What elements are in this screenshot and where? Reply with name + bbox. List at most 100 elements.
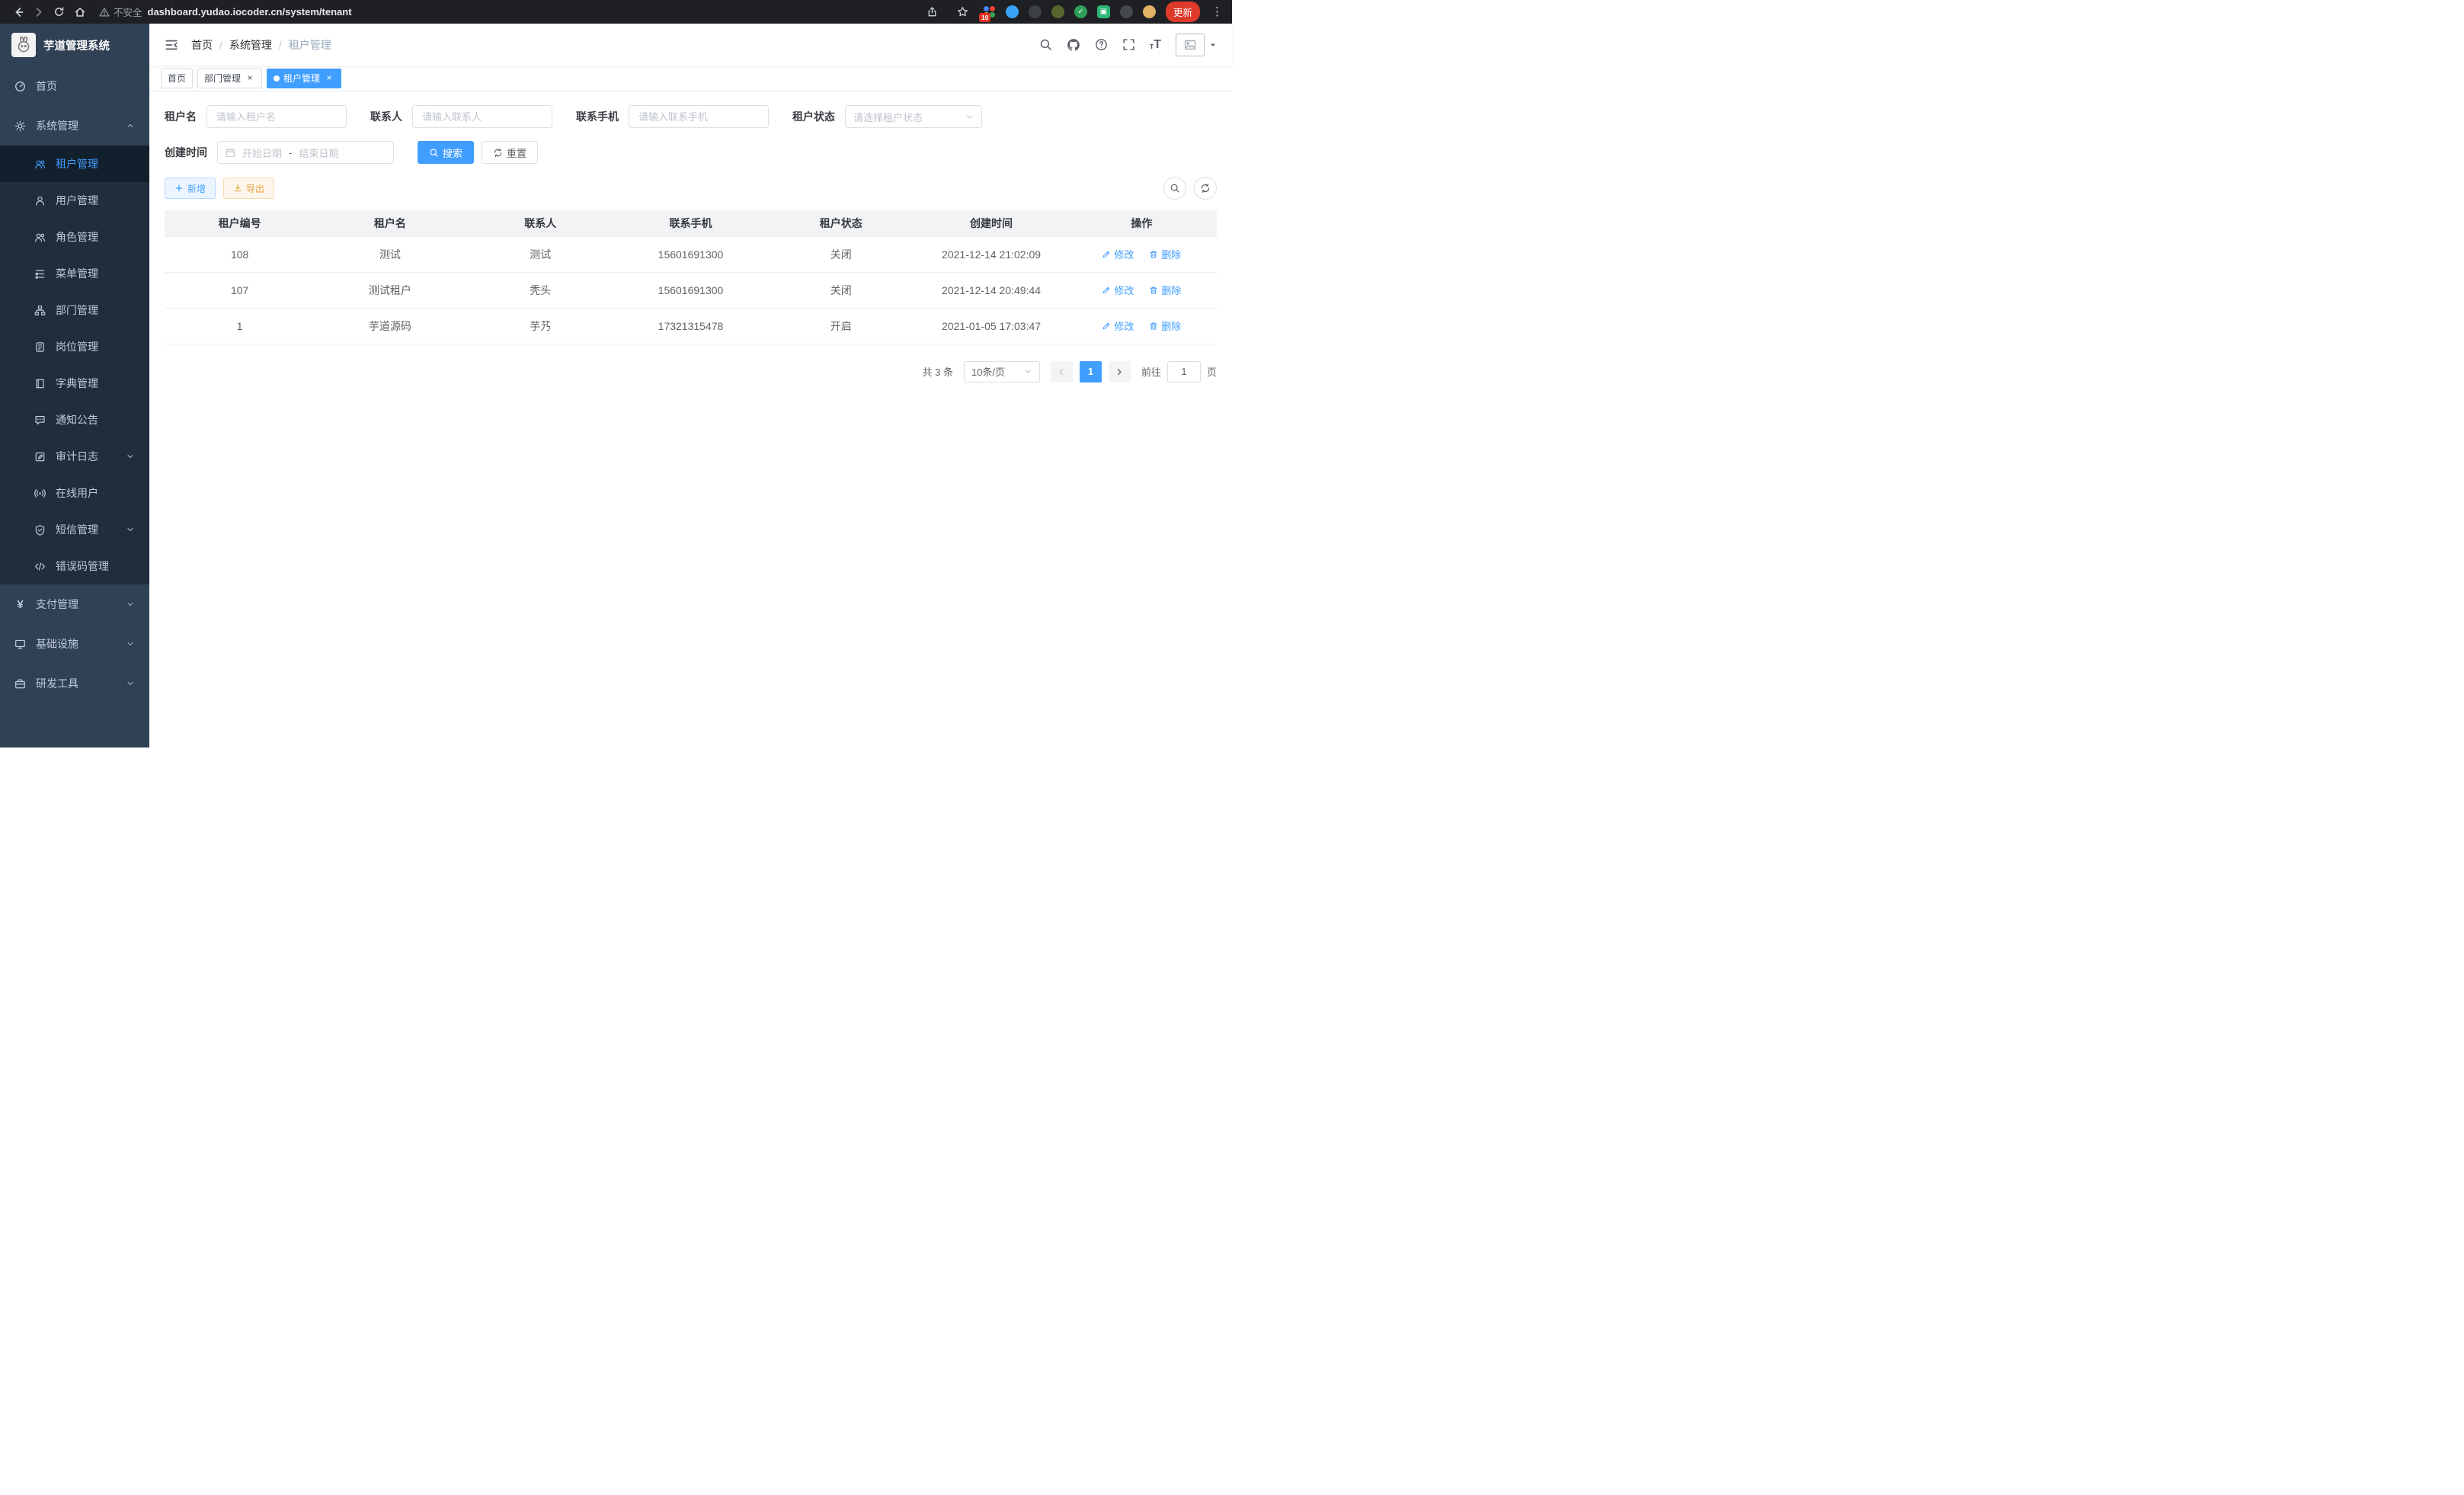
- sidebar-item-home[interactable]: 首页: [0, 66, 149, 106]
- edit-button[interactable]: 修改: [1102, 319, 1134, 333]
- sidebar-item-auditlog[interactable]: 审计日志: [0, 438, 149, 475]
- tag-dept[interactable]: 部门管理 ×: [197, 69, 262, 88]
- code-icon: [34, 561, 46, 572]
- sidebar-item-notice[interactable]: 通知公告: [0, 402, 149, 438]
- sidebar-item-payment[interactable]: ¥ 支付管理: [0, 584, 149, 624]
- tag-tenant[interactable]: 租户管理 ×: [267, 69, 341, 88]
- github-link[interactable]: [1067, 38, 1080, 52]
- delete-button[interactable]: 删除: [1149, 319, 1181, 333]
- close-icon[interactable]: ×: [324, 73, 334, 84]
- browser-menu-button[interactable]: ⋮: [1210, 6, 1224, 18]
- page-size-select[interactable]: 10条/页: [964, 361, 1040, 383]
- sidebar-item-system[interactable]: 系统管理: [0, 106, 149, 146]
- system-submenu: 租户管理 用户管理 角色管理 菜单管理 部门管理: [0, 146, 149, 584]
- reload-button[interactable]: [49, 3, 69, 21]
- breadcrumb-system[interactable]: 系统管理: [229, 37, 272, 53]
- extension-dark-icon[interactable]: [1029, 5, 1042, 18]
- filter-contact: 联系人: [370, 105, 552, 128]
- sidebar-toggle-button[interactable]: [165, 38, 178, 52]
- logo-row[interactable]: 芋道管理系统: [0, 24, 149, 66]
- shield-icon: [34, 524, 46, 536]
- extension-meet-icon[interactable]: 10: [983, 5, 996, 18]
- contact-input[interactable]: [412, 105, 552, 128]
- address-bar[interactable]: 不安全 dashboard.yudao.iocoder.cn/system/te…: [99, 5, 352, 19]
- extension-blue-icon[interactable]: [1006, 5, 1019, 18]
- avatar: [1176, 34, 1205, 56]
- tenant-table: 租户编号 租户名 联系人 联系手机 租户状态 创建时间 操作 108 测试: [165, 210, 1217, 344]
- active-tag-dot: [274, 75, 280, 82]
- close-icon[interactable]: ×: [245, 73, 255, 84]
- goto-page-input[interactable]: [1167, 361, 1201, 383]
- extension-face-icon[interactable]: [1143, 5, 1156, 18]
- date-separator: -: [289, 147, 292, 158]
- date-range-picker[interactable]: 开始日期 - 结束日期: [217, 141, 394, 164]
- prev-page-button[interactable]: [1051, 361, 1073, 383]
- sidebar-item-dept[interactable]: 部门管理: [0, 292, 149, 328]
- header-search-button[interactable]: [1039, 38, 1052, 51]
- fullscreen-button[interactable]: [1122, 38, 1135, 51]
- cell-tenant-id: 108: [165, 236, 315, 272]
- edit-button[interactable]: 修改: [1102, 283, 1134, 297]
- extension-chat-icon[interactable]: ▣: [1097, 5, 1110, 18]
- end-date-placeholder: 结束日期: [299, 146, 338, 160]
- chevron-down-icon: [126, 679, 135, 688]
- sidebar-item-label: 研发工具: [36, 676, 78, 691]
- goto-label: 前往: [1141, 364, 1161, 379]
- add-button[interactable]: 新增: [165, 178, 216, 199]
- sidebar-item-infra[interactable]: 基础设施: [0, 624, 149, 664]
- col-actions: 操作: [1067, 210, 1217, 236]
- cell-created: 2021-12-14 20:49:44: [916, 272, 1066, 308]
- security-indicator[interactable]: 不安全: [99, 5, 142, 19]
- sidebar-item-post[interactable]: 岗位管理: [0, 328, 149, 365]
- filter-create-time: 创建时间 开始日期 - 结束日期: [165, 141, 394, 164]
- user-menu[interactable]: [1176, 34, 1217, 56]
- tenant-name-input[interactable]: [206, 105, 347, 128]
- refresh-icon: [493, 148, 503, 158]
- sidebar-item-devtools[interactable]: 研发工具: [0, 664, 149, 703]
- sidebar-item-label: 在线用户: [56, 485, 98, 501]
- url-text[interactable]: dashboard.yudao.iocoder.cn/system/tenant: [148, 6, 352, 18]
- sidebar-item-sms[interactable]: 短信管理: [0, 511, 149, 548]
- app-title: 芋道管理系统: [43, 37, 110, 53]
- sidebar-item-user[interactable]: 用户管理: [0, 182, 149, 219]
- chevron-left-icon: [1057, 367, 1066, 376]
- cell-status: 关闭: [766, 236, 916, 272]
- reset-button[interactable]: 重置: [482, 141, 538, 164]
- search-button[interactable]: 搜索: [418, 141, 474, 164]
- export-button[interactable]: 导出: [223, 178, 274, 199]
- home-button[interactable]: [69, 3, 90, 21]
- breadcrumb-home[interactable]: 首页: [191, 37, 213, 53]
- share-button[interactable]: [922, 3, 942, 21]
- sidebar-item-menu[interactable]: 菜单管理: [0, 255, 149, 292]
- toggle-search-button[interactable]: [1163, 177, 1186, 200]
- status-select[interactable]: 请选择租户状态: [845, 105, 982, 128]
- back-button[interactable]: [8, 3, 28, 21]
- tag-home[interactable]: 首页: [161, 69, 193, 88]
- edit-button[interactable]: 修改: [1102, 247, 1134, 261]
- sidebar-item-errorcode[interactable]: 错误码管理: [0, 548, 149, 584]
- sidebar-item-tenant[interactable]: 租户管理: [0, 146, 149, 182]
- page-number-1[interactable]: 1: [1080, 361, 1102, 383]
- extension-olive-icon[interactable]: [1051, 5, 1064, 18]
- sidebar-item-online[interactable]: 在线用户: [0, 475, 149, 511]
- sidebar-item-dict[interactable]: 字典管理: [0, 365, 149, 402]
- mobile-input[interactable]: [629, 105, 769, 128]
- delete-button[interactable]: 删除: [1149, 283, 1181, 297]
- sidebar-item-label: 用户管理: [56, 193, 98, 208]
- browser-update-button[interactable]: 更新: [1166, 2, 1200, 22]
- refresh-table-button[interactable]: [1194, 177, 1217, 200]
- extension-check-icon[interactable]: ✓: [1074, 5, 1087, 18]
- next-page-button[interactable]: [1109, 361, 1131, 383]
- delete-button[interactable]: 删除: [1149, 247, 1181, 261]
- page-unit: 页: [1207, 364, 1217, 379]
- col-status: 租户状态: [766, 210, 916, 236]
- extension-puzzle-icon[interactable]: [1120, 5, 1133, 18]
- edit-icon: [1102, 286, 1111, 295]
- bookmark-button[interactable]: [952, 3, 973, 21]
- font-size-button[interactable]: тT: [1150, 39, 1161, 51]
- navbar-right: тT: [1039, 34, 1217, 56]
- sidebar-item-role[interactable]: 角色管理: [0, 219, 149, 255]
- forward-button[interactable]: [28, 3, 49, 21]
- table-row: 108 测试 测试 15601691300 关闭 2021-12-14 21:0…: [165, 236, 1217, 272]
- help-button[interactable]: [1095, 38, 1108, 51]
